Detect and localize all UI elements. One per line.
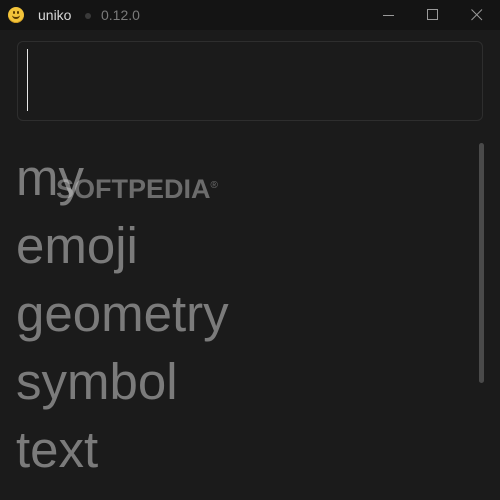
app-version: 0.12.0 bbox=[101, 7, 140, 23]
close-button[interactable] bbox=[454, 0, 500, 30]
scrollbar-thumb[interactable] bbox=[479, 143, 484, 383]
minimize-icon bbox=[383, 15, 394, 16]
app-window: uniko 0.12.0 my emoji geometry symbol te… bbox=[0, 0, 500, 500]
category-item-geometry[interactable]: geometry bbox=[16, 284, 229, 344]
category-item-text[interactable]: text bbox=[16, 420, 98, 480]
smiley-app-icon bbox=[8, 7, 24, 23]
search-box[interactable] bbox=[17, 41, 483, 121]
minimize-button[interactable] bbox=[366, 0, 412, 30]
app-title: uniko bbox=[38, 7, 72, 23]
maximize-icon bbox=[427, 9, 438, 20]
category-item-emoji[interactable]: emoji bbox=[16, 216, 138, 276]
text-caret bbox=[27, 49, 28, 111]
title-bar[interactable]: uniko 0.12.0 bbox=[0, 0, 500, 30]
category-item-symbol[interactable]: symbol bbox=[16, 352, 178, 412]
close-icon bbox=[471, 9, 483, 21]
registered-mark: ® bbox=[210, 180, 218, 191]
watermark-text: SOFTPEDIA bbox=[56, 174, 211, 204]
softpedia-watermark: SOFTPEDIA® bbox=[56, 174, 218, 205]
maximize-button[interactable] bbox=[410, 0, 456, 30]
separator-dot-icon bbox=[85, 13, 91, 19]
search-input[interactable] bbox=[18, 42, 482, 120]
